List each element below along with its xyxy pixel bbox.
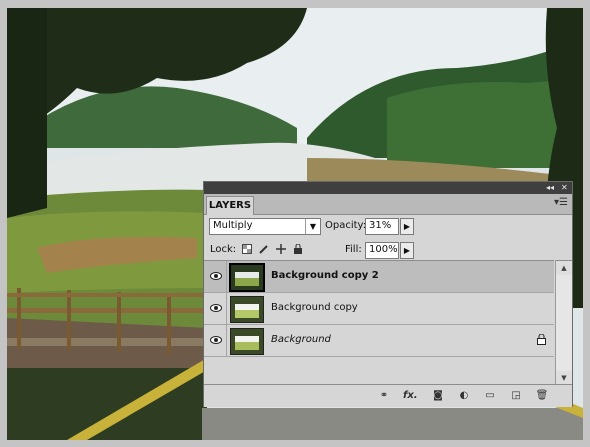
layer-row[interactable]: Background copy — [204, 293, 554, 325]
layer-row[interactable]: Background — [204, 325, 554, 357]
layer-thumbnail — [229, 263, 265, 292]
lock-all-icon[interactable] — [293, 243, 303, 254]
opacity-value: 31% — [369, 220, 392, 231]
scroll-down-icon[interactable]: ▼ — [556, 371, 572, 385]
layer-name: Background copy 2 — [271, 270, 379, 281]
close-panel-icon[interactable]: ✕ — [561, 183, 568, 193]
fill-slider-button[interactable]: ▶ — [400, 242, 414, 259]
delete-layer-icon[interactable]: 🗑 — [535, 389, 549, 403]
lock-transparent-icon[interactable] — [242, 244, 252, 254]
panel-menu-icon[interactable]: ▾☰ — [554, 197, 568, 208]
layers-scrollbar[interactable]: ▲ ▼ — [555, 260, 572, 385]
collapse-panel-icon[interactable]: ◂◂ — [546, 183, 554, 193]
new-layer-icon[interactable]: ◲ — [509, 389, 523, 403]
adjustment-layer-icon[interactable]: ◐ — [457, 389, 471, 403]
blend-mode-value: Multiply — [213, 220, 253, 231]
layer-thumbnail — [230, 328, 264, 355]
scroll-up-icon[interactable]: ▲ — [556, 261, 572, 275]
add-mask-icon[interactable]: ◙ — [431, 389, 445, 403]
opacity-input[interactable]: 31% — [365, 218, 399, 235]
new-group-icon[interactable]: ▭ — [483, 389, 497, 403]
layer-thumbnail — [230, 296, 264, 323]
lock-position-icon[interactable] — [276, 244, 286, 254]
visibility-eye-icon[interactable] — [206, 261, 227, 292]
link-layers-icon[interactable]: ⚭ — [377, 389, 391, 403]
visibility-eye-icon[interactable] — [206, 325, 227, 356]
tab-layers[interactable]: LAYERS — [206, 196, 254, 215]
layers-panel: ◂◂ ✕ LAYERS ▾☰ Multiply ▼ Opacity: 31% ▶… — [203, 181, 573, 407]
layers-bottom-toolbar: ⚭ fx. ◙ ◐ ▭ ◲ 🗑 — [204, 384, 572, 407]
layer-lock-icon — [537, 333, 546, 348]
panel-tab-row: LAYERS ▾☰ — [204, 194, 572, 215]
opacity-label: Opacity: — [325, 220, 367, 231]
blend-mode-select[interactable]: Multiply ▼ — [209, 218, 321, 235]
screenshot-frame: ◂◂ ✕ LAYERS ▾☰ Multiply ▼ Opacity: 31% ▶… — [0, 0, 590, 447]
fill-label: Fill: — [345, 244, 362, 255]
layer-name: Background — [271, 334, 331, 345]
lock-image-icon[interactable] — [259, 244, 269, 254]
layer-name: Background copy — [271, 302, 358, 313]
layer-style-icon[interactable]: fx. — [403, 389, 418, 403]
opacity-slider-button[interactable]: ▶ — [400, 218, 414, 235]
chevron-down-icon: ▼ — [305, 219, 320, 234]
fill-input[interactable]: 100% — [365, 242, 399, 259]
visibility-eye-icon[interactable] — [206, 293, 227, 324]
panel-titlebar: ◂◂ ✕ — [204, 182, 572, 194]
lock-label: Lock: — [210, 244, 237, 255]
layers-list: Background copy 2 Background copy Backgr — [204, 260, 554, 385]
layer-row[interactable]: Background copy 2 — [204, 261, 554, 293]
fill-value: 100% — [369, 244, 398, 255]
